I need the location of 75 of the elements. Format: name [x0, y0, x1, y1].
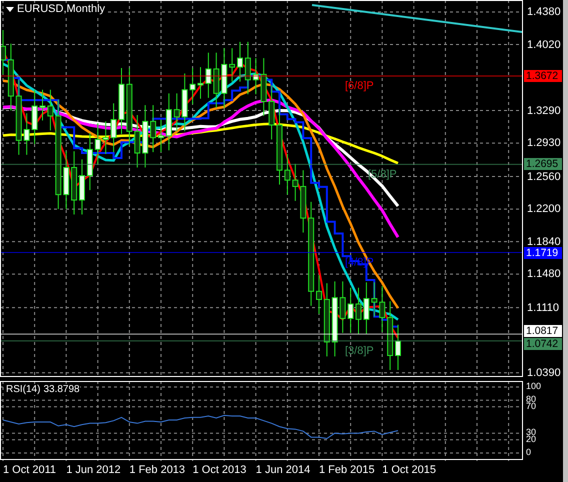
candlestick	[260, 58, 267, 116]
candlestick	[237, 41, 243, 82]
candlestick	[32, 89, 38, 144]
rsi-label: 0	[526, 448, 532, 457]
rsi-label: 20	[526, 434, 536, 444]
candlestick	[340, 280, 346, 334]
candlestick	[387, 300, 394, 370]
candlestick	[158, 119, 164, 153]
candlestick	[8, 43, 14, 112]
level-label: [3/8]P	[345, 344, 374, 357]
price-tag: 1.0742	[524, 338, 562, 350]
chart-title: EURUSD,Monthly	[4, 3, 108, 15]
price-label: 1.3290	[527, 104, 561, 118]
price-label: 1.1840	[527, 234, 561, 248]
candlestick	[190, 68, 196, 105]
price-label: 1.4380	[527, 5, 561, 19]
date-label: 1 Oct 2013	[192, 464, 246, 476]
candlestick	[244, 41, 251, 95]
candlestick	[86, 132, 93, 191]
rsi-label: 70	[526, 402, 536, 411]
date-label: 1 Oct 2011	[3, 464, 56, 476]
indicator-value: 33.8798	[43, 384, 80, 395]
candlestick	[395, 324, 401, 370]
price-label: 1.1110	[527, 300, 560, 315]
price-label: 1.2560	[527, 170, 561, 184]
candlestick	[356, 287, 362, 334]
candlestick	[150, 104, 156, 153]
candlestick	[268, 84, 275, 140]
price-label: 1.4020	[527, 38, 561, 52]
candlestick	[221, 48, 228, 108]
price-tag: 1.2695	[524, 158, 562, 170]
candlestick	[300, 170, 306, 234]
candlestick	[47, 89, 54, 131]
date-label: 1 Jun 2012	[66, 464, 121, 476]
date-label: 1 Feb 2015	[319, 464, 375, 476]
candlestick	[348, 287, 354, 334]
candlestick	[379, 285, 386, 333]
candlestick	[79, 158, 85, 215]
candlestick	[142, 104, 148, 168]
price-label: 1.0390	[527, 366, 561, 380]
candlestick	[63, 150, 70, 210]
date-label: 1 Feb 2013	[129, 464, 186, 476]
price-tag: 1.0817	[524, 324, 562, 337]
indicator-name: RSI(14)	[6, 384, 40, 395]
candlestick	[174, 92, 180, 132]
candlestick	[198, 66, 204, 100]
date-label: 1 Oct 2015	[382, 464, 436, 476]
candlestick	[371, 282, 378, 318]
candlestick	[292, 163, 298, 202]
candlestick	[229, 48, 236, 82]
candlestick	[118, 68, 124, 135]
candlestick	[316, 274, 322, 314]
candlestick	[102, 120, 109, 154]
price-tag: 1.1719	[524, 246, 562, 259]
candlestick	[134, 114, 140, 168]
candlestick	[284, 153, 290, 196]
level-label: [6/8]P	[345, 80, 374, 92]
candlestick	[252, 58, 259, 95]
candlestick	[24, 112, 30, 156]
candlestick	[71, 150, 78, 215]
candlestick	[205, 52, 212, 98]
price-label: 1.2200	[527, 202, 561, 216]
candlestick	[40, 89, 46, 121]
candlestick	[166, 92, 172, 151]
candlestick	[0, 30, 6, 75]
candlestick	[363, 282, 370, 334]
rsi-label: 100	[526, 382, 542, 391]
date-label: 1 Jun 2014	[256, 464, 310, 476]
price-label: 1.1480	[527, 267, 561, 282]
candlestick	[182, 72, 188, 132]
price-label: 1.2930	[527, 136, 561, 150]
candlestick	[110, 102, 117, 153]
candlestick	[94, 122, 101, 164]
candlestick	[213, 52, 220, 108]
price-tag: 1.3672	[524, 70, 562, 82]
